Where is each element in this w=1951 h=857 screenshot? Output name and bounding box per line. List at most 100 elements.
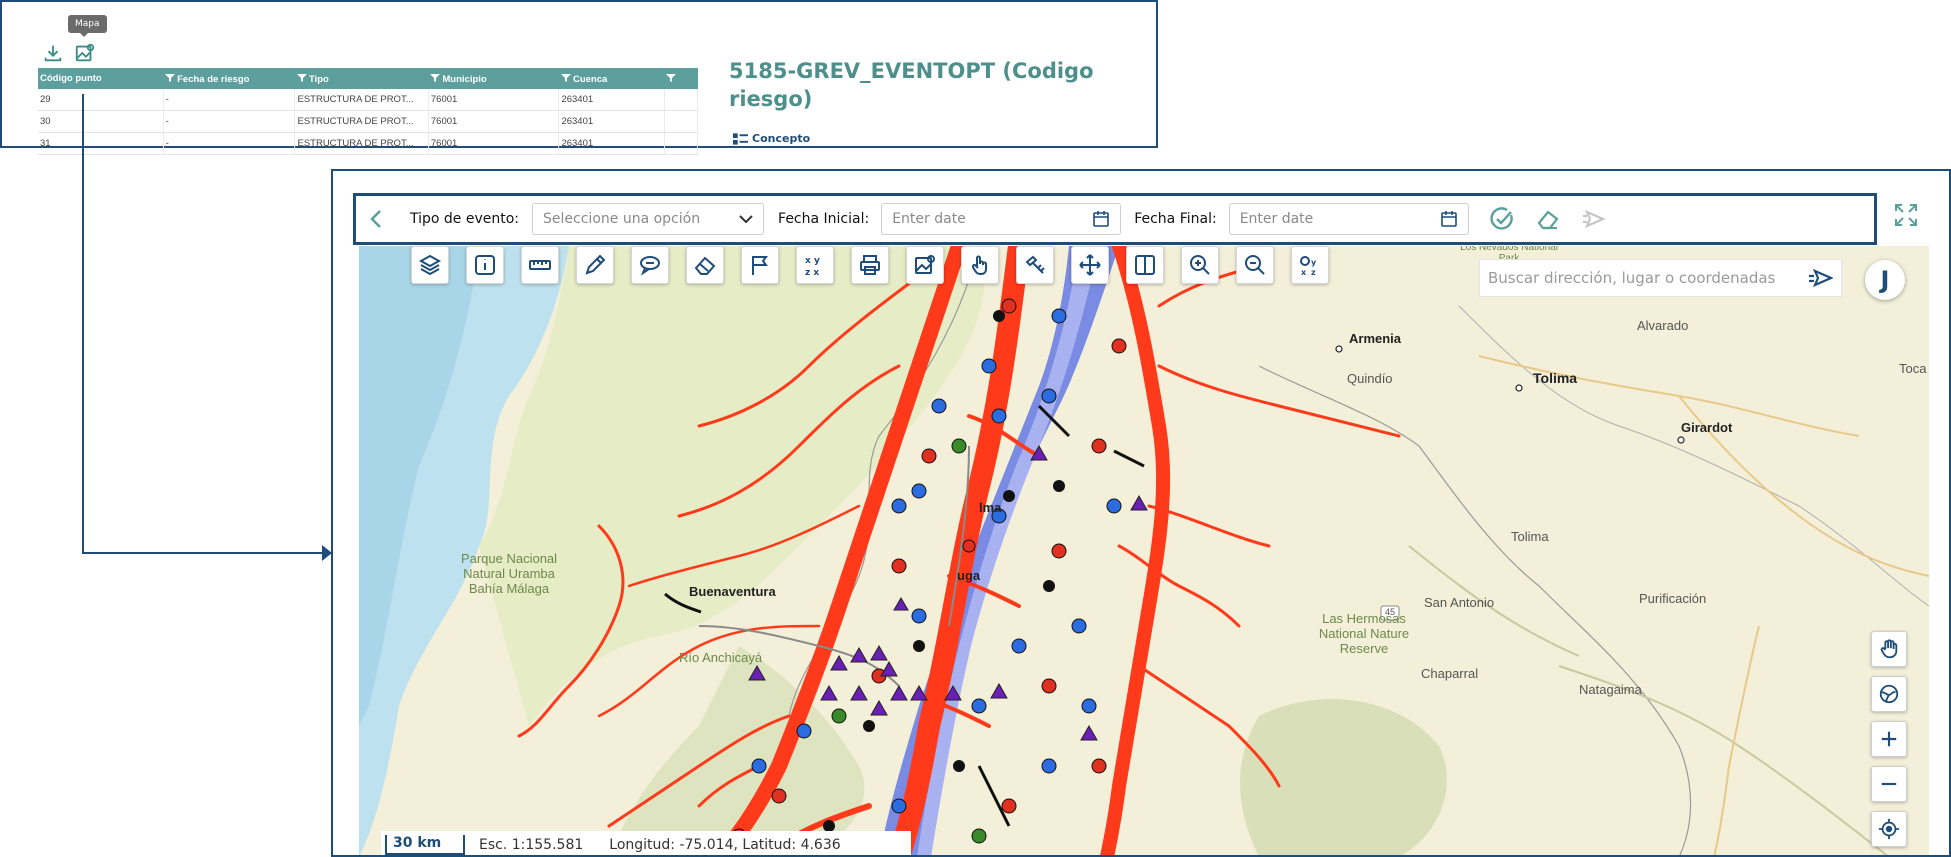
zoom-out-minus-button[interactable] xyxy=(1871,766,1907,802)
user-avatar[interactable]: J xyxy=(1865,260,1905,300)
send-icon[interactable] xyxy=(1581,206,1607,232)
split-view-icon xyxy=(1135,255,1155,275)
plus-icon xyxy=(1881,731,1897,747)
eraser-icon xyxy=(694,256,716,275)
split-view-button[interactable] xyxy=(1126,246,1164,284)
coordinates-button[interactable]: x y z x xyxy=(796,246,834,284)
column-header[interactable]: Tipo xyxy=(294,68,429,89)
map-icon[interactable] xyxy=(74,42,96,64)
attribute-table-panel: Mapa Código punto Fecha de riesgo Tipo M… xyxy=(0,0,1158,155)
print-icon xyxy=(860,255,880,275)
map-label-armenia: Armenia xyxy=(1349,331,1402,346)
zoom-out-button[interactable] xyxy=(1236,246,1274,284)
pan-button[interactable] xyxy=(1071,246,1109,284)
end-date-input[interactable]: Enter date xyxy=(1228,203,1469,235)
map-label-chaparral: Chaparral xyxy=(1421,666,1479,681)
annotate-button[interactable] xyxy=(631,246,669,284)
xyz-button[interactable]: yxz xyxy=(1291,246,1329,284)
list-icon xyxy=(733,132,748,145)
hand-pointer-icon xyxy=(971,255,987,275)
column-header[interactable]: Cuenca xyxy=(558,68,665,89)
table-row[interactable]: 29 - ESTRUCTURA DE PROT... 76001 263401 xyxy=(38,89,699,111)
filter-icon xyxy=(430,73,441,82)
zoom-out-icon xyxy=(1245,255,1265,275)
comment-icon xyxy=(640,256,660,276)
map-label-san-antonio: San Antonio xyxy=(1424,595,1495,610)
globe-button[interactable] xyxy=(1871,676,1907,712)
map-label-purificacion: Purificación xyxy=(1639,591,1707,606)
pan-hand-button[interactable] xyxy=(1871,631,1907,667)
filter-icon xyxy=(560,73,571,82)
send-search-icon[interactable] xyxy=(1807,267,1833,289)
connector-line xyxy=(82,94,84,554)
svg-text:y: y xyxy=(1311,258,1317,267)
end-date-label: Fecha Final: xyxy=(1134,211,1217,227)
table-row[interactable]: 31 - ESTRUCTURA DE PROT... 76001 263401 xyxy=(38,132,699,155)
calendar-icon[interactable] xyxy=(1440,210,1458,228)
column-header[interactable]: Código punto xyxy=(38,68,164,89)
zoom-in-icon xyxy=(1190,255,1210,275)
globe-icon xyxy=(1879,684,1899,704)
map-icon xyxy=(915,255,935,274)
locate-button[interactable] xyxy=(1871,811,1907,847)
fullscreen-icon[interactable] xyxy=(1893,202,1919,228)
hammer-icon xyxy=(1025,255,1045,274)
zoom-in-button[interactable] xyxy=(1181,246,1219,284)
scale-ratio: Esc. 1:155.581 xyxy=(479,837,584,853)
map-tooltip: Mapa xyxy=(68,15,107,37)
cursor-coordinates: Longitud: -75.014, Latitud: 4.636 xyxy=(609,837,841,853)
info-button[interactable] xyxy=(466,246,504,284)
map-canvas[interactable]: Armenia Quindío Tolima Tolima Girardot A… xyxy=(359,246,1929,855)
calendar-icon[interactable] xyxy=(1092,210,1110,228)
column-header[interactable] xyxy=(664,68,698,89)
event-type-select[interactable]: Seleccione una opción xyxy=(532,203,765,235)
map-label-girardot: Girardot xyxy=(1681,420,1733,435)
layers-icon xyxy=(418,254,442,276)
svg-text:z: z xyxy=(1311,268,1316,277)
download-icon[interactable] xyxy=(42,42,64,64)
map-label-uramba: Parque Nacional Natural Uramba Bahía Mál… xyxy=(460,551,558,596)
layers-button[interactable] xyxy=(411,246,449,284)
map-label-toca: Toca xyxy=(1899,361,1927,376)
zoom-in-plus-button[interactable] xyxy=(1871,721,1907,757)
select-button[interactable] xyxy=(961,246,999,284)
map-label-alvarado: Alvarado xyxy=(1637,318,1689,333)
search-input[interactable]: Buscar dirección, lugar o coordenadas xyxy=(1479,259,1842,297)
filter-icon xyxy=(666,73,677,82)
map-view-button[interactable] xyxy=(906,246,944,284)
move-icon xyxy=(1079,254,1101,276)
table-row[interactable]: 30 - ESTRUCTURA DE PROT... 76001 263401 xyxy=(38,110,699,133)
map-status-bar: 30 km Esc. 1:155.581 Longitud: -75.014, … xyxy=(381,831,911,855)
start-date-input[interactable]: Enter date xyxy=(881,203,1122,235)
column-header[interactable]: Fecha de riesgo xyxy=(163,68,295,89)
map-label-buenaventura: Buenaventura xyxy=(689,584,776,599)
eraser-icon[interactable] xyxy=(1535,206,1561,232)
map-label-tolima-city: Tolima xyxy=(1533,370,1578,386)
map-label-tolima-region: Tolima xyxy=(1511,529,1549,544)
event-type-label: Tipo de evento: xyxy=(410,211,520,227)
flag-button[interactable] xyxy=(741,246,779,284)
concept-link[interactable]: Concepto xyxy=(733,132,810,145)
feature-title: 5185-GREV_EVENTOPT (Codigo riesgo) xyxy=(729,59,1094,111)
back-chevron-icon[interactable] xyxy=(370,207,388,231)
measure-button[interactable] xyxy=(521,246,559,284)
column-header[interactable]: Municipio xyxy=(428,68,559,89)
apply-filter-icon[interactable] xyxy=(1489,206,1515,232)
hand-icon xyxy=(1880,639,1898,659)
start-date-label: Fecha Inicial: xyxy=(778,211,870,227)
minus-icon xyxy=(1881,782,1897,786)
map-label-natagaima: Natagaima xyxy=(1579,682,1642,697)
ruler-icon xyxy=(529,260,551,270)
erase-button[interactable] xyxy=(686,246,724,284)
map-label-quindio: Quindío xyxy=(1347,371,1393,386)
chevron-down-icon xyxy=(739,215,753,223)
tools-button[interactable] xyxy=(1016,246,1054,284)
map-label-palmira: lma xyxy=(979,500,1002,515)
pencil-icon xyxy=(585,254,606,275)
connector-line xyxy=(82,552,328,554)
info-icon xyxy=(475,255,495,275)
filter-icon xyxy=(165,73,176,82)
print-button[interactable] xyxy=(851,246,889,284)
event-filter-bar: Tipo de evento: Seleccione una opción Fe… xyxy=(353,193,1877,245)
draw-button[interactable] xyxy=(576,246,614,284)
